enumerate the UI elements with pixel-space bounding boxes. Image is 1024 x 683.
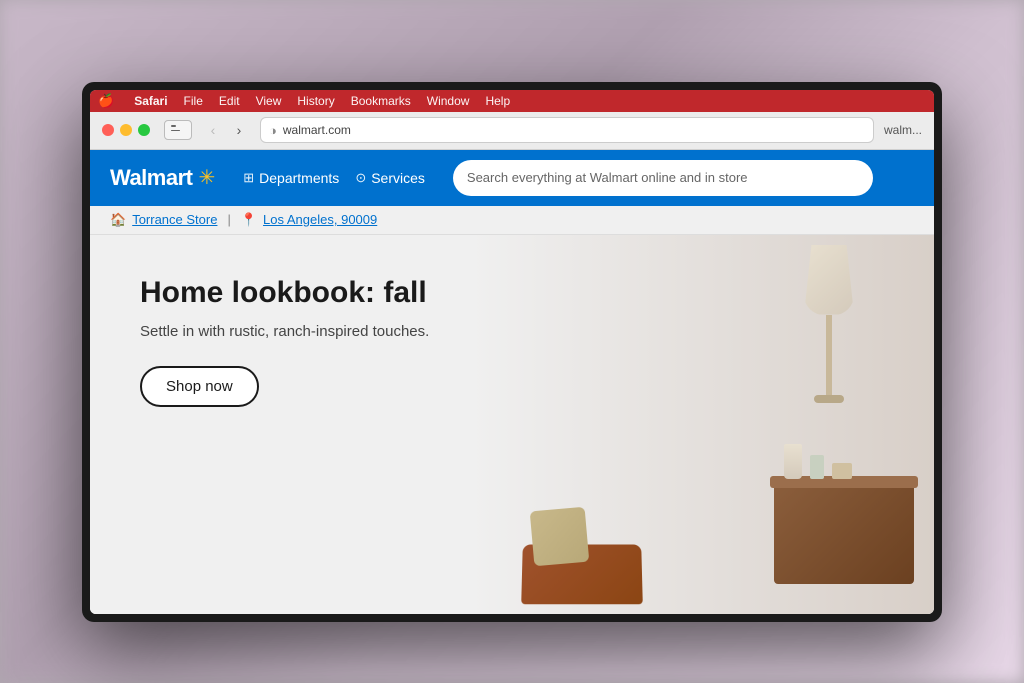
decor-item-3: [832, 463, 852, 479]
walmart-logo-text: Walmart: [110, 165, 192, 191]
back-button[interactable]: ‹: [202, 119, 224, 141]
lamp-decoration: [804, 245, 854, 403]
menu-help[interactable]: Help: [485, 94, 510, 108]
menu-bookmarks[interactable]: Bookmarks: [351, 94, 411, 108]
menu-history[interactable]: History: [297, 94, 334, 108]
cabinet-decoration: [774, 484, 914, 584]
menu-edit[interactable]: Edit: [219, 94, 240, 108]
location-link[interactable]: Los Angeles, 90009: [263, 212, 377, 227]
search-bar[interactable]: Search everything at Walmart online and …: [453, 160, 873, 196]
spark-icon: ✳: [198, 165, 215, 190]
decor-item-1: [784, 444, 802, 479]
hero-title: Home lookbook: fall: [140, 275, 429, 311]
location-separator: |: [227, 212, 230, 227]
lamp-body: [826, 315, 832, 395]
cabinet-items: [784, 444, 852, 479]
walmart-logo[interactable]: Walmart ✳: [110, 165, 215, 191]
sofa-pillow: [530, 506, 590, 566]
header-nav: ⊞ Departments ⊙ Services: [243, 170, 425, 186]
hero-subtitle: Settle in with rustic, ranch-inspired to…: [140, 321, 429, 342]
main-content: Home lookbook: fall Settle in with rusti…: [90, 235, 934, 614]
safari-toolbar: ‹ › ◑ walmart.com walm...: [90, 112, 934, 150]
hero-text-section: Home lookbook: fall Settle in with rusti…: [140, 275, 429, 407]
search-placeholder: Search everything at Walmart online and …: [467, 170, 859, 185]
menu-safari[interactable]: Safari: [134, 94, 167, 108]
services-label: Services: [371, 170, 425, 186]
shop-now-button[interactable]: Shop now: [140, 366, 259, 407]
menu-view[interactable]: View: [256, 94, 282, 108]
menu-file[interactable]: File: [184, 94, 203, 108]
screen-inner: 🍎 Safari File Edit View History Bookmark…: [90, 90, 934, 614]
decor-item-2: [810, 455, 824, 479]
traffic-lights: [102, 124, 150, 136]
lamp-shade: [804, 245, 854, 315]
departments-icon: ⊞: [243, 170, 254, 186]
mac-screen: 🍎 Safari File Edit View History Bookmark…: [82, 82, 942, 622]
hero-image: [512, 235, 934, 614]
pin-icon: 📍: [241, 212, 257, 228]
location-bar: 🏠 Torrance Store | 📍 Los Angeles, 90009: [90, 206, 934, 235]
toolbar-right: walm...: [884, 123, 922, 137]
hero-banner: Home lookbook: fall Settle in with rusti…: [90, 235, 934, 614]
lamp-base: [814, 395, 844, 403]
sidebar-toggle-button[interactable]: [164, 120, 192, 140]
services-icon: ⊙: [355, 170, 366, 186]
walmart-header: Walmart ✳ ⊞ Departments ⊙ Services Searc…: [90, 150, 934, 206]
departments-nav-item[interactable]: ⊞ Departments: [243, 170, 339, 186]
url-text: walmart.com: [283, 123, 865, 137]
reader-icon: ◑: [269, 123, 277, 138]
account-text: walm...: [884, 123, 922, 137]
furniture-scene: [512, 235, 934, 614]
address-bar[interactable]: ◑ walmart.com: [260, 117, 874, 143]
nav-buttons: ‹ ›: [202, 119, 250, 141]
sofa-area: [512, 386, 765, 613]
close-button[interactable]: [102, 124, 114, 136]
apple-logo-icon[interactable]: 🍎: [98, 93, 114, 109]
store-name-link[interactable]: Torrance Store: [132, 212, 217, 227]
maximize-button[interactable]: [138, 124, 150, 136]
services-nav-item[interactable]: ⊙ Services: [355, 170, 425, 186]
forward-button[interactable]: ›: [228, 119, 250, 141]
sidebar-icon: [171, 125, 185, 135]
store-icon: 🏠: [110, 212, 126, 228]
minimize-button[interactable]: [120, 124, 132, 136]
menu-window[interactable]: Window: [427, 94, 470, 108]
macos-menubar: 🍎 Safari File Edit View History Bookmark…: [90, 90, 934, 112]
departments-label: Departments: [259, 170, 339, 186]
